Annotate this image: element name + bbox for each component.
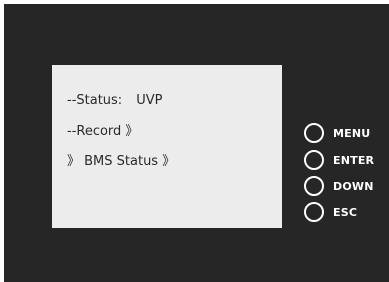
- down-button[interactable]: DOWN: [304, 175, 374, 197]
- lcd-screen: --Status: UVP --Record 》 》 BMS Status 》: [52, 65, 282, 228]
- esc-button-label: ESC: [333, 205, 358, 219]
- circle-button-icon[interactable]: [304, 150, 324, 170]
- menu-button[interactable]: MENU: [304, 122, 370, 144]
- circle-button-icon[interactable]: [304, 123, 324, 143]
- circle-button-icon[interactable]: [304, 176, 324, 196]
- device-panel: --Status: UVP --Record 》 》 BMS Status 》 M…: [4, 4, 389, 282]
- enter-button-label: ENTER: [333, 153, 375, 167]
- bms-status-menu-item[interactable]: 》 BMS Status 》: [67, 154, 175, 170]
- status-value: UVP: [136, 93, 163, 108]
- enter-button[interactable]: ENTER: [304, 149, 374, 171]
- status-label: --Status:: [67, 93, 123, 108]
- down-button-label: DOWN: [333, 179, 374, 193]
- status-line: --Status: UVP: [67, 93, 162, 109]
- esc-button[interactable]: ESC: [304, 201, 357, 223]
- menu-button-label: MENU: [333, 126, 371, 140]
- record-menu-item[interactable]: --Record 》: [67, 124, 138, 140]
- circle-button-icon[interactable]: [304, 202, 324, 222]
